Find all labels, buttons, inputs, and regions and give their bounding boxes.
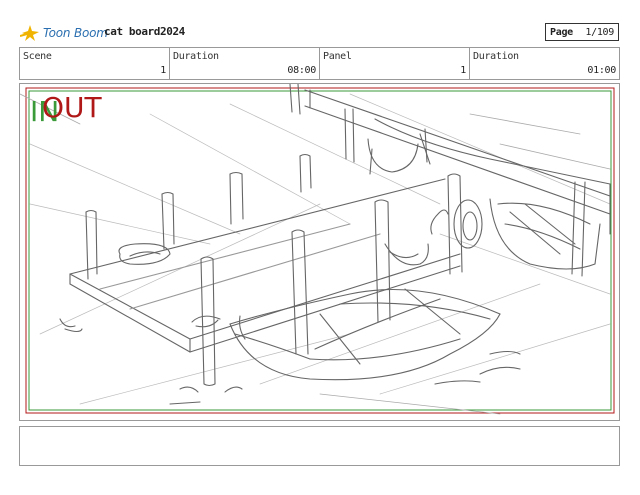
page-value: 1/109 xyxy=(585,26,614,38)
scene-info-row: Scene 1 Duration 08:00 Panel 1 Duration … xyxy=(19,47,620,80)
scene-label: Scene xyxy=(23,51,52,62)
panel-sketch xyxy=(20,84,615,415)
in-frame xyxy=(28,90,612,411)
page-indicator: Page 1/109 xyxy=(545,23,619,41)
project-title: cat board2024 xyxy=(104,25,185,38)
logo-text: Toon Boom xyxy=(43,26,108,40)
panel-duration-value: 01:00 xyxy=(587,65,616,76)
panel-value: 1 xyxy=(460,65,466,76)
scene-duration-value: 08:00 xyxy=(287,65,316,76)
panel-notes-field[interactable] xyxy=(19,426,620,466)
scene-value: 1 xyxy=(160,65,166,76)
panel-duration-label: Duration xyxy=(473,51,519,62)
scene-cell: Scene 1 xyxy=(20,48,170,79)
scene-duration-label: Duration xyxy=(173,51,219,62)
panel-cell: Panel 1 xyxy=(320,48,470,79)
page-label: Page xyxy=(550,26,573,38)
toon-boom-logo: Toon Boom xyxy=(20,23,108,43)
panel-label: Panel xyxy=(323,51,352,62)
out-marker: OUT xyxy=(42,91,102,124)
toon-boom-star-icon xyxy=(20,25,39,41)
out-frame xyxy=(25,87,615,414)
scene-duration-cell: Duration 08:00 xyxy=(170,48,320,79)
storyboard-panel[interactable]: IN OUT xyxy=(19,83,620,421)
panel-duration-cell: Duration 01:00 xyxy=(470,48,619,79)
